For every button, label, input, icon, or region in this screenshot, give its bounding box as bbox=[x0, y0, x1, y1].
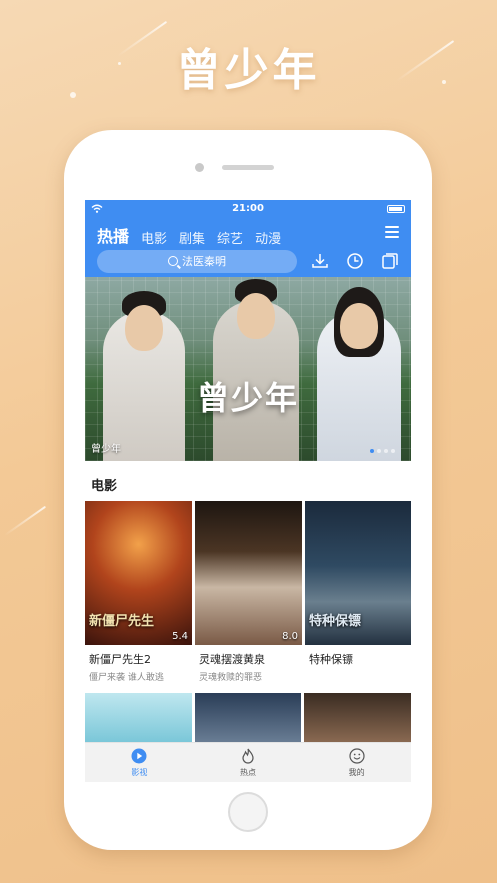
movie-poster[interactable]: 新僵尸先生 5.4 bbox=[85, 501, 192, 645]
flame-icon bbox=[242, 748, 254, 764]
screen-icon[interactable] bbox=[381, 252, 399, 270]
movie-poster[interactable]: 特种保镖 bbox=[305, 501, 411, 645]
movie-list: 新僵尸先生 5.4 新僵尸先生2 僵尸来袭 谁人敢逃 8.0 灵魂摆渡黄泉 灵魂… bbox=[85, 501, 411, 683]
movie-title[interactable]: 特种保镖 bbox=[305, 651, 411, 667]
movie-title[interactable]: 新僵尸先生2 bbox=[85, 651, 192, 667]
nav-hot[interactable]: 热点 bbox=[194, 743, 303, 782]
status-time: 21:00 bbox=[232, 203, 264, 214]
search-icon bbox=[168, 256, 178, 266]
tab-variety[interactable]: 综艺 bbox=[217, 228, 243, 247]
nav-label: 我的 bbox=[348, 767, 365, 777]
movie-rating: 8.0 bbox=[282, 631, 298, 642]
nav-label: 影视 bbox=[131, 767, 148, 777]
light-streak bbox=[3, 505, 47, 537]
movie-card[interactable]: 特种保镖 特种保镖 bbox=[305, 501, 411, 683]
status-bar: 21:00 bbox=[85, 200, 411, 218]
app-screen: 21:00 热播 电影 剧集 综艺 动漫 法医秦明 曾少年 曾少年 电影 新僵尸… bbox=[85, 200, 411, 782]
movie-poster[interactable] bbox=[194, 693, 302, 743]
banner-caption: 曾少年 bbox=[91, 444, 121, 455]
hero-banner[interactable]: 曾少年 曾少年 bbox=[85, 277, 411, 461]
movie-list bbox=[85, 693, 411, 743]
smile-icon bbox=[349, 747, 365, 764]
poster-title: 新僵尸先生 bbox=[89, 614, 155, 629]
movie-rating: 5.4 bbox=[172, 631, 188, 642]
movie-subtitle: 灵魂救赎的罪恶 bbox=[199, 673, 263, 683]
menu-icon[interactable] bbox=[385, 226, 399, 238]
poster-title: 特种保镖 bbox=[309, 614, 362, 629]
pagination-dot[interactable] bbox=[377, 449, 381, 453]
movie-poster[interactable] bbox=[304, 693, 411, 743]
app-header: 21:00 热播 电影 剧集 综艺 动漫 法医秦明 bbox=[85, 200, 411, 277]
movie-poster[interactable]: 8.0 bbox=[195, 501, 302, 645]
download-icon[interactable] bbox=[311, 252, 329, 270]
pagination-dot[interactable] bbox=[384, 449, 388, 453]
home-button[interactable] bbox=[228, 792, 268, 832]
search-input[interactable]: 法医秦明 bbox=[97, 249, 297, 273]
play-icon bbox=[131, 748, 147, 763]
nav-label: 热点 bbox=[240, 767, 256, 777]
movie-card[interactable]: 新僵尸先生 5.4 新僵尸先生2 僵尸来袭 谁人敢逃 bbox=[85, 501, 192, 683]
tab-hot[interactable]: 热播 bbox=[97, 223, 129, 247]
history-icon[interactable] bbox=[346, 252, 364, 270]
nav-mine[interactable]: 我的 bbox=[302, 743, 411, 782]
promo-title: 曾少年 bbox=[176, 45, 321, 96]
speaker-grill bbox=[222, 165, 274, 170]
section-title: 电影 bbox=[91, 479, 118, 494]
banner-title: 曾少年 bbox=[196, 379, 299, 417]
pagination-dot[interactable] bbox=[370, 449, 374, 453]
nav-video[interactable]: 影视 bbox=[85, 743, 194, 782]
search-placeholder: 法医秦明 bbox=[182, 255, 226, 268]
tab-series[interactable]: 剧集 bbox=[179, 228, 205, 247]
banner-pagination bbox=[370, 449, 395, 453]
movie-title[interactable]: 灵魂摆渡黄泉 bbox=[195, 651, 302, 667]
camera-dot bbox=[195, 163, 204, 172]
pagination-dot[interactable] bbox=[391, 449, 395, 453]
battery-icon bbox=[387, 205, 405, 213]
movie-card[interactable]: 8.0 灵魂摆渡黄泉 灵魂救赎的罪恶 bbox=[195, 501, 302, 683]
bottom-nav: 影视 热点 我的 bbox=[85, 742, 411, 782]
movie-subtitle: 僵尸来袭 谁人敢逃 bbox=[89, 673, 164, 683]
search-row: 法医秦明 bbox=[97, 249, 401, 273]
tab-anime[interactable]: 动漫 bbox=[255, 228, 281, 247]
movie-poster[interactable] bbox=[85, 693, 192, 743]
category-tabs: 热播 电影 剧集 综艺 动漫 bbox=[97, 223, 281, 247]
tab-movies[interactable]: 电影 bbox=[141, 228, 167, 247]
